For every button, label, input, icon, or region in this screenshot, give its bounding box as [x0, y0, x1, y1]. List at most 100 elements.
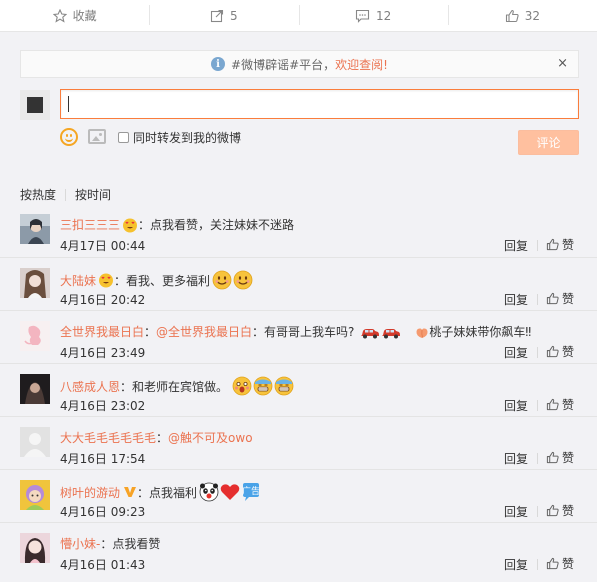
comment-username[interactable]: 八感成人恩: [60, 378, 120, 395]
like-button[interactable]: 32: [447, 0, 597, 31]
comment-date: 4月16日 20:42: [60, 293, 146, 307]
notice-bar: i #微博辟谣#平台， 欢迎查阅! ×: [20, 50, 579, 78]
like-label: 赞: [562, 398, 575, 412]
like-label: 赞: [562, 504, 575, 518]
comment-item: 懵小妹- ：点我看赞 4月16日 01:43 回复 赞: [0, 522, 597, 575]
reply-button[interactable]: 回复: [504, 503, 528, 520]
notice-text: #微博辟谣#平台，: [231, 57, 336, 72]
avatar[interactable]: [20, 533, 50, 563]
comment-text: ：有哥哥上我车吗?: [252, 325, 355, 339]
like-count: 32: [524, 8, 541, 23]
reply-button[interactable]: 回复: [504, 344, 528, 361]
forward-button[interactable]: 5: [149, 0, 298, 31]
comment-text: ：点我福利: [137, 485, 198, 500]
thumbs-up-icon: [546, 345, 559, 358]
comment-text: ：和老师在宾馆做。: [120, 379, 229, 394]
like-comment-button[interactable]: 赞: [546, 555, 574, 572]
comment-item: 大陆妹 ：看我、更多福利 4月16日 20:42 回复 赞: [0, 257, 597, 310]
info-icon: i: [211, 57, 226, 71]
avatar[interactable]: [20, 427, 50, 457]
like-comment-button[interactable]: 赞: [546, 502, 574, 519]
comment-date: 4月17日 00:44: [60, 239, 146, 253]
comment-item: 树叶的游动 ：点我福利 广告 4月16日 09:23 回复 赞: [0, 469, 597, 522]
comment-username[interactable]: 全世界我最日白: [60, 323, 144, 340]
close-icon[interactable]: ×: [557, 56, 568, 71]
comment-icon: [355, 9, 370, 23]
like-comment-button[interactable]: 赞: [546, 290, 574, 307]
avatar[interactable]: [20, 374, 50, 404]
sort-by-time[interactable]: 按时间: [75, 186, 111, 203]
svg-text:广告: 广告: [242, 485, 260, 497]
thumbs-up-icon: [546, 398, 559, 411]
reply-button[interactable]: 回复: [504, 397, 528, 414]
favorite-label: 收藏: [72, 9, 97, 23]
comment-username[interactable]: 大大毛毛毛毛毛毛: [60, 429, 156, 446]
avatar[interactable]: [20, 480, 50, 510]
sort-by-hot[interactable]: 按热度: [20, 186, 56, 203]
comment-username[interactable]: 大陆妹: [60, 272, 96, 289]
like-comment-button[interactable]: 赞: [546, 343, 574, 360]
reply-button[interactable]: 回复: [504, 450, 528, 467]
thumbs-up-icon: [546, 451, 559, 464]
favorite-button[interactable]: 收藏: [0, 0, 149, 31]
avatar[interactable]: [20, 214, 50, 244]
like-label: 赞: [562, 557, 575, 571]
notice-link[interactable]: 欢迎查阅!: [335, 56, 388, 73]
comment-date: 4月16日 23:49: [60, 346, 146, 360]
forward-checkbox-label: 同时转发到我的微博: [133, 131, 242, 145]
panda-emoji-icon: [199, 482, 219, 502]
like-comment-button[interactable]: 赞: [546, 396, 574, 413]
avatar[interactable]: [20, 268, 50, 298]
comment-date: 4月16日 09:23: [60, 505, 146, 519]
forward-checkbox[interactable]: 同时转发到我的微博: [118, 129, 241, 146]
comment-username[interactable]: 树叶的游动: [60, 484, 120, 501]
comment-text-tail: 桃子妹妹带你飙车‼: [429, 325, 532, 339]
comment-item: 大大毛毛毛毛毛毛 ： @触不可及owo 4月16日 17:54 回复 赞: [0, 416, 597, 469]
reply-button[interactable]: 回复: [504, 556, 528, 573]
thumbs-up-icon: [505, 9, 519, 22]
star-icon: [52, 8, 67, 23]
comment-date: 4月16日 01:43: [60, 558, 146, 572]
like-comment-button[interactable]: 赞: [546, 236, 574, 253]
action-bar: 收藏 5 12 32: [0, 0, 597, 32]
comment-mention[interactable]: @触不可及owo: [168, 429, 253, 446]
avatar[interactable]: [20, 321, 50, 351]
vip-v-badge-icon: [124, 487, 137, 497]
comment-text: ：点我看赞: [100, 537, 161, 551]
shocked-emoji-icon: [232, 376, 252, 396]
comment-panel: i #微博辟谣#平台， 欢迎查阅! × 同时转发到我的微博 评论 按热度 按时间…: [0, 32, 597, 582]
grimace-emoji-icon: [274, 376, 294, 396]
like-comment-button[interactable]: 赞: [546, 449, 574, 466]
peach-icon: [416, 327, 428, 338]
smile-emoji-icon: [233, 270, 253, 290]
reply-button[interactable]: 回复: [504, 291, 528, 308]
comment-username[interactable]: 懵小妹-: [60, 535, 100, 552]
car-icon: [382, 328, 401, 338]
grimace-emoji-icon: [253, 376, 273, 396]
comment-item: 全世界我最日白 ： @全世界我最日白 ：有哥哥上我车吗? 桃子妹妹带你飙车‼ 4…: [0, 310, 597, 363]
car-icon: [361, 328, 380, 338]
comment-mention[interactable]: @全世界我最日白: [156, 323, 252, 340]
comment-item: 三扣三三三 ：点我看赞，关注妹妹不迷路 4月17日 00:44 回复 赞: [0, 204, 597, 257]
checkbox-box[interactable]: [118, 132, 129, 143]
image-icon[interactable]: [88, 129, 106, 144]
like-label: 赞: [562, 451, 575, 465]
bubble-emoji-icon: 广告: [242, 483, 260, 501]
forward-count: 5: [230, 8, 238, 23]
composer-avatar: [20, 90, 50, 120]
comment-username[interactable]: 三扣三三三: [60, 216, 120, 233]
like-label: 赞: [562, 345, 575, 359]
submit-comment-button[interactable]: 评论: [518, 130, 579, 155]
comment-input[interactable]: [60, 89, 579, 119]
emoji-icon[interactable]: [60, 128, 78, 146]
comment-date: 4月16日 17:54: [60, 452, 146, 466]
thumbs-up-icon: [546, 238, 559, 251]
heart-eyes-emoji-icon: [123, 218, 138, 232]
share-icon: [210, 9, 224, 22]
reply-button[interactable]: 回复: [504, 237, 528, 254]
comment-text: ：点我看赞，关注妹妹不迷路: [138, 218, 295, 232]
thumbs-up-icon: [546, 557, 559, 570]
comment-item: 八感成人恩 ：和老师在宾馆做。 4月16日 23:02 回复 赞: [0, 363, 597, 416]
comment-button[interactable]: 12: [298, 0, 448, 31]
smile-emoji-icon: [212, 270, 232, 290]
